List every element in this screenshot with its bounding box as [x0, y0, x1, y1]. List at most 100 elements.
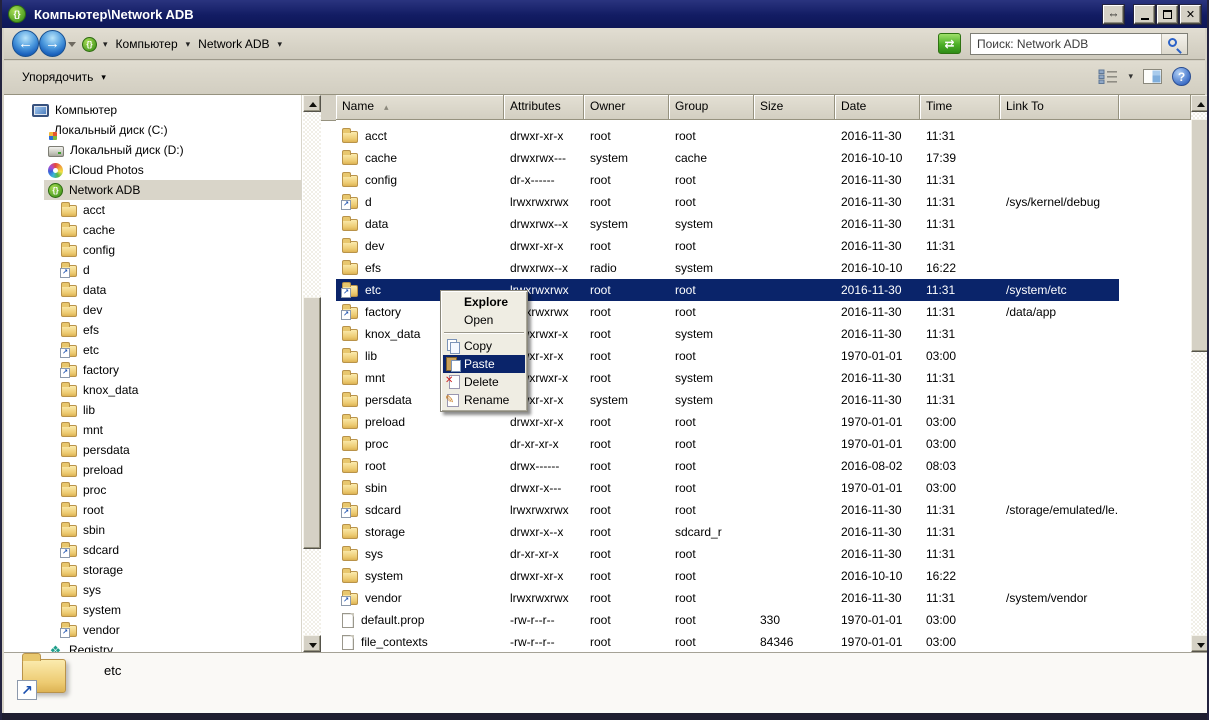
column-header-link-to[interactable]: Link To	[1000, 95, 1119, 120]
table-row[interactable]: dlrwxrwxrwxrootroot2016-11-3011:31/sys/k…	[336, 191, 1119, 213]
scroll-up-button[interactable]	[303, 95, 321, 112]
chevron-down-icon[interactable]: ▾	[103, 39, 108, 50]
breadcrumb-segment-computer[interactable]: Компьютер	[114, 36, 180, 52]
column-header-size[interactable]: Size	[754, 95, 835, 120]
scroll-down-button[interactable]	[1191, 635, 1209, 652]
minimize-button[interactable]	[1134, 5, 1155, 24]
sidebar-item-preload[interactable]: preload	[4, 460, 301, 480]
table-row[interactable]: efsdrwxrwx--xradiosystem2016-10-1016:22	[336, 257, 1119, 279]
search-input[interactable]	[971, 34, 1161, 54]
scroll-up-button[interactable]	[1191, 95, 1209, 112]
table-row[interactable]: sdcardlrwxrwxrwxrootroot2016-11-3011:31/…	[336, 499, 1119, 521]
table-row[interactable]: sbindrwxr-x---rootroot1970-01-0103:00	[336, 477, 1119, 499]
sidebar-item-factory[interactable]: factory	[4, 360, 301, 380]
sidebar-item-sys[interactable]: sys	[4, 580, 301, 600]
chevron-down-icon[interactable]: ▾	[186, 39, 191, 50]
column-header-attributes[interactable]: Attributes	[504, 95, 584, 120]
folder-icon	[61, 285, 77, 297]
table-row[interactable]: preloaddrwxr-xr-xrootroot1970-01-0103:00	[336, 411, 1119, 433]
back-button[interactable]: ←	[12, 30, 39, 57]
sidebar-item-network-adb[interactable]: {}Network ADB	[4, 180, 301, 200]
table-row[interactable]: systemdrwxr-xr-xrootroot2016-10-1016:22	[336, 565, 1119, 587]
sidebar-item-cache[interactable]: cache	[4, 220, 301, 240]
menu-item-rename[interactable]: Rename	[443, 391, 525, 409]
file-name-cell: system	[336, 565, 504, 587]
menu-item-delete[interactable]: Delete	[443, 373, 525, 391]
sidebar-item-config[interactable]: config	[4, 240, 301, 260]
sidebar-item-локальный-диск-d-[interactable]: Локальный диск (D:)	[4, 140, 301, 160]
refresh-button[interactable]: ⇄	[938, 33, 961, 54]
cell-group: sdcard_r	[669, 521, 754, 543]
table-row[interactable]: acctdrwxr-xr-xrootroot2016-11-3011:31	[336, 125, 1119, 147]
sidebar-item-компьютер[interactable]: Компьютер	[4, 100, 301, 120]
table-row[interactable]: datadrwxrwx--xsystemsystem2016-11-3011:3…	[336, 213, 1119, 235]
search-button[interactable]	[1161, 34, 1187, 54]
sidebar-item-acct[interactable]: acct	[4, 200, 301, 220]
sidebar-item-knox-data[interactable]: knox_data	[4, 380, 301, 400]
sidebar-item-efs[interactable]: efs	[4, 320, 301, 340]
view-mode-dropdown[interactable]: ▾	[1128, 71, 1133, 82]
table-row[interactable]: sysdr-xr-xr-xrootroot2016-11-3011:31	[336, 543, 1119, 565]
cell-time: 11:31	[920, 389, 1000, 411]
sidebar-item-root[interactable]: root	[4, 500, 301, 520]
help-button[interactable]: ?	[1172, 67, 1191, 86]
sidebar-item-dev[interactable]: dev	[4, 300, 301, 320]
sidebar-item-system[interactable]: system	[4, 600, 301, 620]
maximize-button[interactable]	[1157, 5, 1178, 24]
cell-date: 1970-01-01	[835, 609, 920, 631]
view-mode-button[interactable]	[1098, 69, 1118, 84]
scrollbar-thumb[interactable]	[303, 297, 321, 549]
sidebar-item-proc[interactable]: proc	[4, 480, 301, 500]
table-row[interactable]: devdrwxr-xr-xrootroot2016-11-3011:31	[336, 235, 1119, 257]
cell-date: 2016-11-30	[835, 301, 920, 323]
sidebar-item-lib[interactable]: lib	[4, 400, 301, 420]
column-header-name[interactable]: Name▴	[336, 95, 504, 120]
table-row[interactable]: vendorlrwxrwxrwxrootroot2016-11-3011:31/…	[336, 587, 1119, 609]
sidebar-item-registry[interactable]: Registry	[4, 640, 301, 652]
table-row[interactable]: configdr-x------rootroot2016-11-3011:31	[336, 169, 1119, 191]
column-header-time[interactable]: Time	[920, 95, 1000, 120]
table-row[interactable]: rootdrwx------rootroot2016-08-0208:03	[336, 455, 1119, 477]
sidebar-item-persdata[interactable]: persdata	[4, 440, 301, 460]
scroll-down-button[interactable]	[303, 635, 321, 652]
list-scrollbar[interactable]	[1191, 95, 1209, 652]
sidebar-item-sdcard[interactable]: sdcard	[4, 540, 301, 560]
sidebar-item-mnt[interactable]: mnt	[4, 420, 301, 440]
table-row[interactable]: procdr-xr-xr-xrootroot1970-01-0103:00	[336, 433, 1119, 455]
table-row[interactable]: cachedrwxrwx---systemcache2016-10-1017:3…	[336, 147, 1119, 169]
sidebar-item-локальный-диск-c-[interactable]: Локальный диск (C:)	[4, 120, 301, 140]
menu-item-explore[interactable]: Explore	[443, 293, 525, 311]
sidebar-item-sbin[interactable]: sbin	[4, 520, 301, 540]
tree-scrollbar[interactable]	[303, 95, 321, 652]
column-header-owner[interactable]: Owner	[584, 95, 669, 120]
table-row[interactable]: storagedrwxr-x--xrootsdcard_r2016-11-301…	[336, 521, 1119, 543]
sidebar-item-data[interactable]: data	[4, 280, 301, 300]
breadcrumb-segment-network-adb[interactable]: Network ADB	[196, 36, 271, 52]
chevron-down-icon[interactable]: ▾	[278, 39, 283, 50]
folder-icon	[61, 585, 77, 597]
folder-icon	[61, 465, 77, 477]
preview-pane-button[interactable]	[1143, 69, 1162, 84]
column-header-group[interactable]: Group	[669, 95, 754, 120]
column-header-date[interactable]: Date	[835, 95, 920, 120]
sidebar-item-d[interactable]: d	[4, 260, 301, 280]
table-row[interactable]: default.prop-rw-r--r--rootroot3301970-01…	[336, 609, 1119, 631]
close-button[interactable]: ✕	[1180, 5, 1201, 24]
scrollbar-thumb[interactable]	[1191, 119, 1209, 352]
menu-item-open[interactable]: Open	[443, 311, 525, 329]
sidebar-item-storage[interactable]: storage	[4, 560, 301, 580]
table-row[interactable]: file_contexts-rw-r--r--rootroot843461970…	[336, 631, 1119, 652]
menu-item-paste[interactable]: Paste	[443, 355, 525, 373]
sidebar-item-icloud-photos[interactable]: iCloud Photos	[4, 160, 301, 180]
history-dropdown[interactable]	[68, 42, 76, 47]
selected-item-name: etc	[104, 663, 121, 678]
sidebar-item-vendor[interactable]: vendor	[4, 620, 301, 640]
sidebar-item-etc[interactable]: etc	[4, 340, 301, 360]
cell-owner: root	[584, 587, 669, 609]
cell-attributes: drwxr-xr-x	[504, 125, 584, 147]
forward-button[interactable]: →	[39, 30, 66, 57]
window-dock-button[interactable]: ⇔	[1103, 5, 1124, 24]
menu-item-copy[interactable]: Copy	[443, 337, 525, 355]
cell-time: 11:31	[920, 169, 1000, 191]
organize-button[interactable]: Упорядочить ▾	[22, 70, 106, 84]
